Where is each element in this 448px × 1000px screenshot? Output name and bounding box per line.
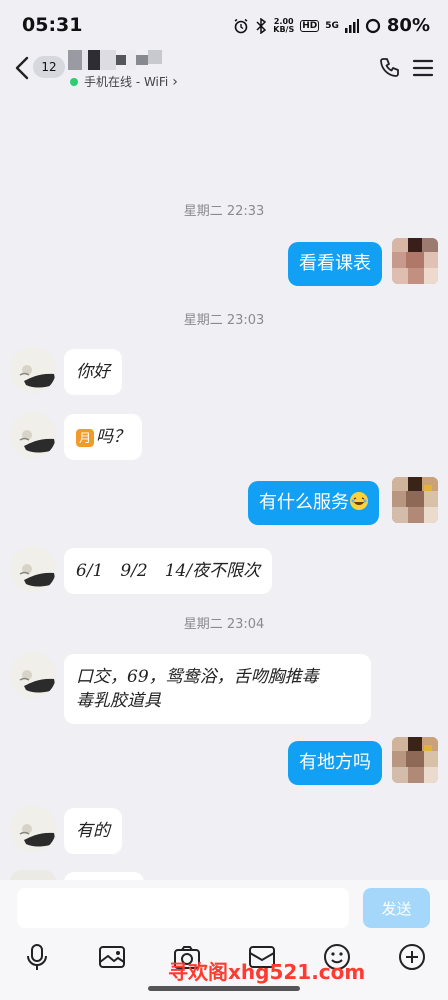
timestamp: 星期二 23:04 (183, 617, 265, 632)
message-text: 吗？ (96, 427, 130, 447)
network-speed: 2.00 KB/S (273, 17, 295, 34)
microphone-icon[interactable] (22, 942, 52, 972)
incoming-message[interactable]: 6/1 9/2 14/夜不限次 (64, 548, 273, 594)
message-text-line: 口交，69，鸳鸯浴，舌吻胸推毒 (76, 667, 319, 687)
plus-icon[interactable] (397, 942, 427, 972)
self-avatar[interactable] (392, 238, 438, 284)
battery-percent: 80% (386, 15, 430, 36)
send-button[interactable]: 发送 (363, 888, 430, 928)
phone-icon[interactable] (378, 56, 402, 80)
timestamp: 星期二 23:03 (183, 313, 265, 328)
online-status-text: 手机在线 - WiFi (84, 75, 169, 89)
input-bar: 发送 (0, 880, 448, 940)
contact-name-pixelated[interactable] (68, 50, 164, 70)
incoming-message[interactable]: 口交，69，鸳鸯浴，舌吻胸推毒 毒乳胶道具 (64, 654, 371, 724)
moon-emoji-icon: 月 (76, 428, 94, 447)
message-text-line: 毒乳胶道具 (76, 691, 161, 711)
chevron-right-icon: › (172, 73, 178, 90)
status-icons: 2.00 KB/S HD 5G 80% (233, 15, 430, 36)
incoming-message[interactable]: 月吗？ (64, 414, 142, 460)
watermark: 寻欢阁xhg521.com (168, 960, 366, 984)
contact-avatar[interactable] (10, 347, 56, 393)
back-icon[interactable] (14, 56, 32, 80)
battery-ring-icon (365, 18, 381, 33)
status-bar: 05:31 2.00 KB/S HD 5G 80% (0, 0, 448, 50)
message-input[interactable] (17, 888, 349, 928)
signal-label: 5G (325, 20, 339, 31)
hd-badge: HD (300, 19, 320, 32)
outgoing-message[interactable]: 看看课表 (288, 242, 382, 286)
alarm-icon (234, 18, 248, 33)
self-avatar[interactable] (392, 477, 438, 523)
outgoing-message[interactable]: 有地方吗 (288, 741, 382, 785)
contact-avatar[interactable] (10, 652, 56, 698)
menu-icon[interactable] (412, 57, 434, 79)
incoming-message[interactable]: 你好 (64, 349, 122, 395)
contact-avatar[interactable] (10, 806, 56, 852)
network-speed-unit: KB/S (273, 24, 295, 34)
message-text: 有什么服务 (259, 492, 349, 513)
chat-header: 12 手机在线 - WiFi › (0, 44, 448, 96)
laughing-emoji-icon (350, 492, 368, 510)
incoming-message[interactable]: 有的 (64, 808, 122, 854)
picture-icon[interactable] (97, 942, 127, 972)
timestamp: 星期二 22:33 (183, 204, 265, 219)
online-dot (70, 77, 78, 86)
outgoing-message[interactable]: 有什么服务 (248, 481, 379, 525)
bluetooth-icon (256, 17, 267, 34)
online-status[interactable]: 手机在线 - WiFi › (70, 73, 178, 90)
contact-avatar[interactable] (10, 412, 56, 458)
self-avatar[interactable] (392, 737, 438, 783)
unread-badge[interactable]: 12 (33, 56, 65, 78)
home-indicator[interactable] (148, 986, 300, 991)
contact-avatar[interactable] (10, 546, 56, 592)
status-time: 05:31 (22, 14, 83, 36)
signal-icon (344, 18, 359, 33)
